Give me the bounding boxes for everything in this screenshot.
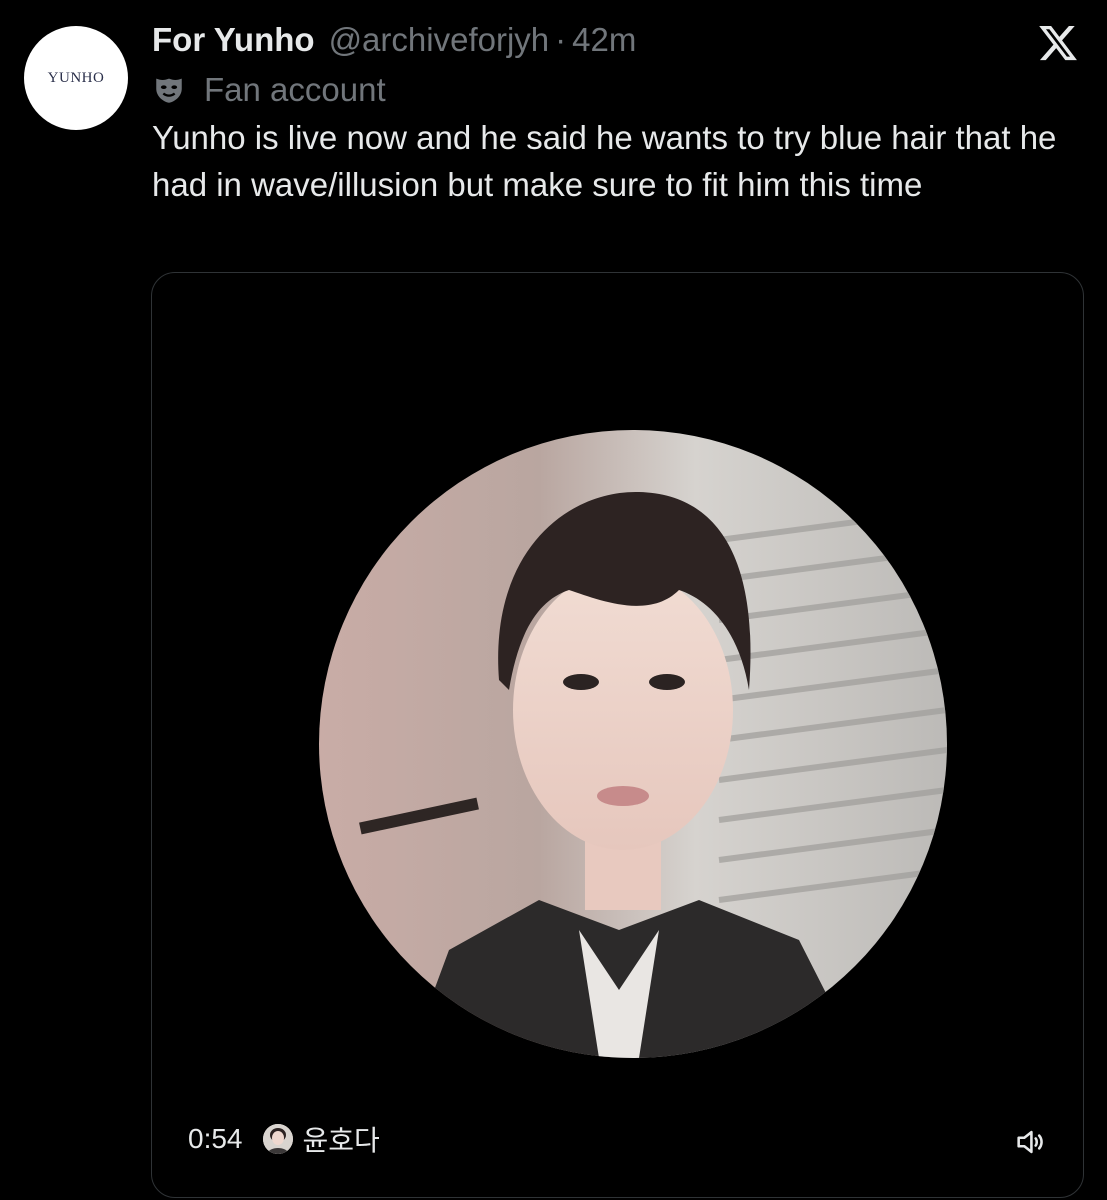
display-name[interactable]: For Yunho [152, 18, 315, 62]
video-duration: 0:54 [188, 1123, 243, 1154]
video-thumbnail [319, 430, 947, 1058]
x-logo-icon[interactable] [1036, 22, 1080, 64]
account-label-text: Fan account [204, 71, 386, 108]
separator-dot: · [555, 21, 567, 58]
post-time[interactable]: 42m [572, 18, 636, 62]
uploader-avatar [262, 1124, 293, 1154]
account-label: Fan account [152, 68, 386, 112]
post-screen: YUNHO For Yunho @archiveforjyh · 42m Fan… [0, 0, 1107, 1200]
avatar[interactable]: YUNHO [24, 26, 128, 130]
volume-icon[interactable] [1013, 1125, 1047, 1159]
user-handle[interactable]: @archiveforjyh [329, 18, 550, 62]
avatar-logo-text: YUNHO [47, 69, 105, 86]
video-overlay-info: 0:54 윤호다 [188, 1119, 380, 1159]
post-text: Yunho is live now and he said he wants t… [152, 119, 1057, 203]
post-header: For Yunho @archiveforjyh · 42m [152, 18, 636, 62]
mask-icon [156, 78, 182, 103]
uploader-name: 윤호다 [302, 1125, 380, 1156]
video-player[interactable]: 0:54 윤호다 [151, 272, 1084, 1198]
